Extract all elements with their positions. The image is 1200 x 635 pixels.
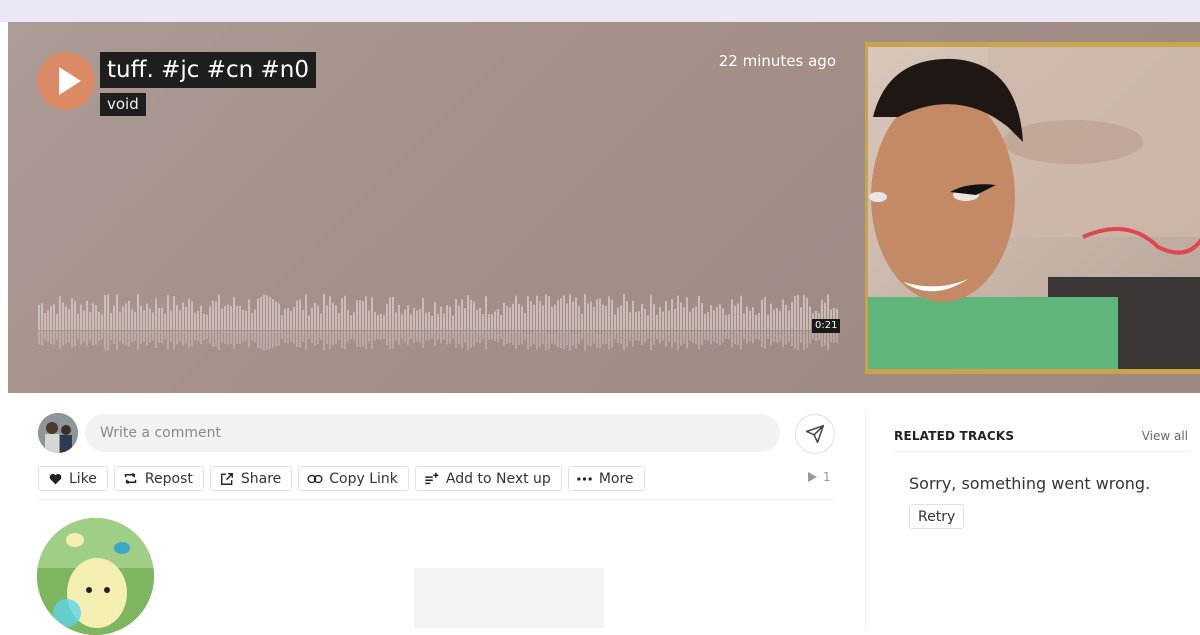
sidebar-divider	[865, 410, 866, 628]
top-strip	[0, 0, 1200, 22]
user-avatar[interactable]	[38, 413, 78, 453]
artist-avatar-image	[37, 518, 154, 635]
copy-link-button[interactable]: Copy Link	[298, 466, 409, 491]
like-button[interactable]: Like	[38, 466, 108, 491]
share-button[interactable]: Share	[209, 466, 293, 491]
posted-time: 22 minutes ago	[718, 52, 836, 70]
add-to-next-up-label: Add to Next up	[445, 470, 551, 487]
heart-icon	[47, 471, 63, 487]
repost-button[interactable]: Repost	[113, 466, 204, 491]
related-tracks-title: RELATED TRACKS	[894, 429, 1015, 443]
retry-button[interactable]: Retry	[909, 504, 965, 529]
repost-icon	[123, 471, 139, 487]
send-icon	[805, 424, 825, 444]
play-count-value: 1	[823, 470, 831, 484]
waveform[interactable]	[38, 272, 838, 362]
artist-avatar[interactable]	[37, 518, 154, 635]
track-artwork[interactable]	[865, 42, 1200, 374]
share-icon	[219, 471, 235, 487]
track-duration: 0:21	[812, 319, 841, 333]
add-to-next-up-button[interactable]: Add to Next up	[414, 466, 562, 491]
more-icon	[577, 471, 593, 487]
more-label: More	[598, 470, 634, 487]
avatar-image	[38, 413, 78, 453]
content-placeholder	[414, 568, 604, 628]
track-hero: tuff. #jc #cn #n0 void 22 minutes ago 0:…	[8, 22, 1200, 393]
repost-label: Repost	[144, 470, 193, 487]
play-count: 1	[808, 470, 831, 484]
send-comment-button[interactable]	[795, 414, 835, 454]
like-label: Like	[69, 470, 97, 487]
related-error-message: Sorry, something went wrong.	[909, 474, 1151, 493]
track-actions: Like Repost Share Copy Link Add to Next …	[38, 466, 645, 491]
queue-icon	[424, 471, 440, 487]
play-button[interactable]	[37, 52, 95, 110]
track-title[interactable]: tuff. #jc #cn #n0	[100, 52, 316, 88]
play-icon	[59, 67, 81, 95]
share-label: Share	[240, 470, 282, 487]
play-count-icon	[808, 472, 817, 482]
artwork-image	[868, 47, 1200, 369]
more-button[interactable]: More	[567, 466, 645, 491]
link-icon	[307, 471, 323, 487]
track-artist[interactable]: void	[100, 93, 146, 116]
comment-input[interactable]	[85, 414, 780, 452]
related-tracks-header: RELATED TRACKS View all	[894, 424, 1188, 452]
divider	[38, 499, 835, 500]
view-all-link[interactable]: View all	[1142, 429, 1188, 443]
copy-link-label: Copy Link	[329, 470, 398, 487]
